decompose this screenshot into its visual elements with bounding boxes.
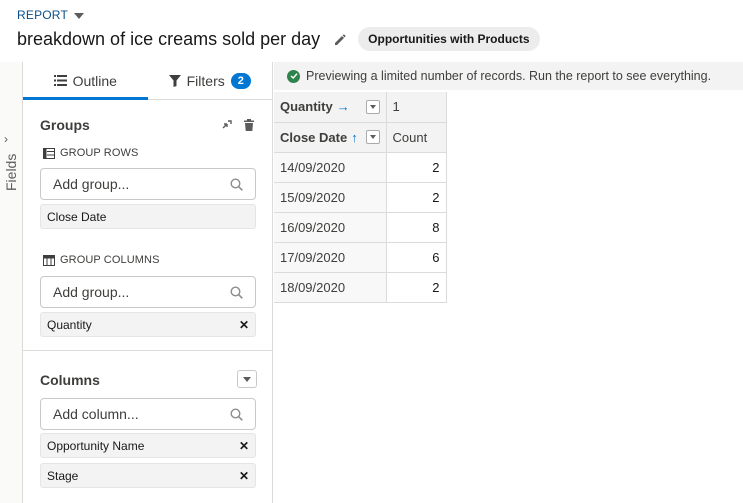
table-row: 16/09/2020 8: [274, 212, 447, 243]
search-icon: [230, 177, 243, 191]
row-count: 6: [386, 242, 447, 273]
section-divider: [23, 350, 272, 351]
group-columns-heading: GROUP COLUMNS: [43, 254, 160, 266]
rows-icon: [43, 147, 55, 159]
column-group-value: 1: [386, 92, 447, 123]
sort-ascending-icon: ↑: [351, 129, 358, 145]
columns-menu-button[interactable]: [237, 370, 257, 388]
row-count: 2: [386, 182, 447, 213]
row-count: 8: [386, 212, 447, 243]
report-title: breakdown of ice creams sold per day: [17, 28, 321, 49]
swap-icon[interactable]: [221, 119, 233, 131]
group-row-label: Close Date: [47, 209, 107, 224]
report-label: REPORT: [17, 8, 68, 22]
tab-filters[interactable]: Filters 2: [148, 62, 273, 99]
table-row: 18/09/2020 2: [274, 272, 447, 303]
tab-filters-label: Filters: [186, 72, 225, 89]
column-label: Opportunity Name: [47, 438, 145, 453]
add-column-placeholder: Add column...: [53, 406, 139, 422]
table-row: 15/09/2020 2: [274, 182, 447, 213]
preview-banner: Previewing a limited number of records. …: [274, 62, 743, 90]
add-group-rows-placeholder: Add group...: [53, 176, 130, 192]
search-icon: [230, 407, 243, 421]
row-group-header-row: Close Date ↑ Count: [274, 122, 447, 153]
group-column-pill[interactable]: Quantity ✕: [40, 312, 256, 337]
column-group-header-row: Quantity → 1: [274, 92, 447, 123]
remove-icon[interactable]: ✕: [239, 318, 249, 332]
preview-banner-text: Previewing a limited number of records. …: [306, 69, 712, 83]
tab-outline-label: Outline: [72, 72, 117, 89]
row-date: 15/09/2020: [274, 182, 387, 213]
group-rows-heading: GROUP ROWS: [43, 147, 138, 159]
report-grid: Quantity → 1 Close Date ↑ Count 14/09/2020…: [274, 92, 447, 303]
chevron-down-icon: [369, 104, 376, 109]
report-header: REPORT breakdown of ice creams sold per …: [0, 0, 743, 62]
remove-icon[interactable]: ✕: [239, 439, 249, 453]
group-columns-label: GROUP COLUMNS: [60, 254, 160, 266]
fields-tab-label: Fields: [3, 153, 19, 191]
add-group-columns-placeholder: Add group...: [53, 284, 130, 300]
row-date: 17/09/2020: [274, 242, 387, 273]
chevron-down-icon: [243, 376, 251, 382]
add-column-input[interactable]: Add column...: [40, 398, 256, 430]
chevron-down-icon: [369, 135, 376, 139]
add-group-columns-input[interactable]: Add group...: [40, 276, 256, 308]
row-count: 2: [386, 152, 447, 183]
measure-header: Count: [386, 122, 447, 153]
fields-panel-toggle[interactable]: › Fields: [0, 62, 23, 503]
group-column-label: Quantity: [47, 317, 92, 332]
row-group-header-label: Close Date: [280, 129, 348, 145]
row-count: 2: [386, 272, 447, 303]
row-group-header[interactable]: Close Date ↑: [274, 122, 387, 153]
column-label: Stage: [47, 468, 79, 483]
filter-icon: [168, 74, 181, 87]
columns-title: Columns: [40, 372, 100, 388]
list-icon: [53, 75, 67, 86]
report-type-badge: Opportunities with Products: [358, 27, 540, 51]
arrow-right-icon: →: [336, 99, 350, 115]
add-group-rows-input[interactable]: Add group...: [40, 168, 256, 200]
outline-panel: Outline Filters 2 Groups GROUP ROWS Add …: [23, 62, 273, 503]
table-row: 17/09/2020 6: [274, 242, 447, 273]
column-pill[interactable]: Opportunity Name ✕: [40, 433, 256, 458]
columns-icon: [43, 254, 55, 266]
remove-icon[interactable]: ✕: [239, 469, 249, 483]
trash-icon[interactable]: [243, 119, 255, 131]
chevron-right-icon: ›: [4, 132, 8, 146]
groups-title: Groups: [40, 117, 90, 133]
row-date: 18/09/2020: [274, 272, 387, 303]
success-check-icon: [287, 69, 300, 83]
chevron-down-icon: [74, 12, 84, 19]
column-header-menu-button[interactable]: [365, 99, 380, 114]
pencil-icon[interactable]: [332, 32, 346, 46]
filters-count-badge: 2: [230, 72, 251, 89]
column-group-header-label: Quantity: [280, 99, 333, 115]
group-row-pill[interactable]: Close Date: [40, 204, 256, 229]
report-type-menu[interactable]: REPORT: [17, 8, 84, 22]
column-pill[interactable]: Stage ✕: [40, 463, 256, 488]
row-date: 16/09/2020: [274, 212, 387, 243]
tab-outline[interactable]: Outline: [23, 62, 148, 100]
group-rows-label: GROUP ROWS: [60, 147, 139, 159]
row-header-menu-button[interactable]: [365, 130, 380, 144]
panel-tabs: Outline Filters 2: [23, 62, 272, 100]
table-row: 14/09/2020 2: [274, 152, 447, 183]
column-group-header[interactable]: Quantity →: [274, 92, 387, 123]
search-icon: [230, 285, 243, 299]
row-date: 14/09/2020: [274, 152, 387, 183]
